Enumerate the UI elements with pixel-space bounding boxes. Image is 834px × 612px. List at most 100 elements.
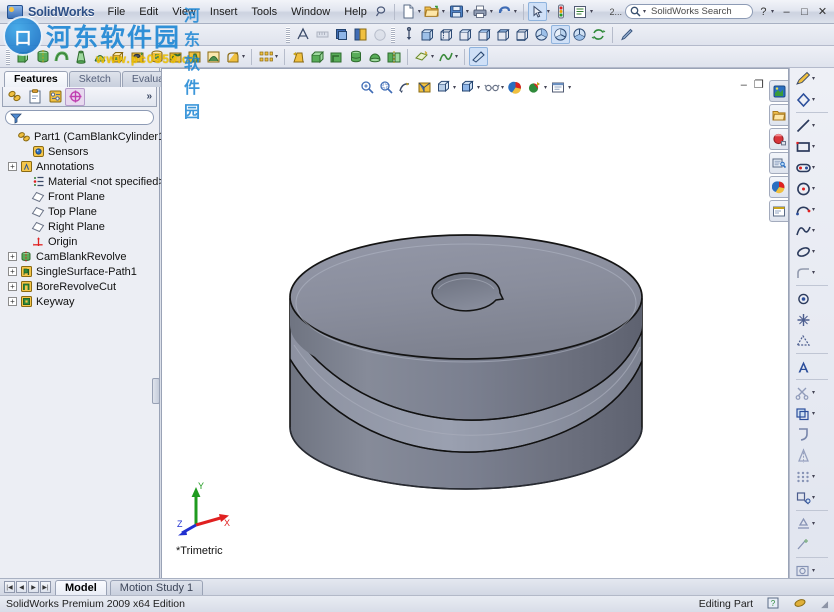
view-palette-icon[interactable] (769, 176, 788, 198)
centerline-button[interactable] (790, 309, 834, 330)
front-view-button[interactable] (418, 25, 437, 44)
paint-brush-icon[interactable] (617, 25, 636, 44)
linear-pattern-button[interactable] (256, 47, 275, 66)
expand-toggle[interactable]: + (8, 267, 17, 276)
design-library-folder-icon[interactable] (769, 104, 788, 126)
circle-button[interactable]: ▾ (790, 178, 834, 199)
tab-sketch[interactable]: Sketch (68, 71, 121, 87)
dimetric-view-button[interactable] (570, 25, 589, 44)
rotate-view-button[interactable] (589, 25, 608, 44)
dome-button[interactable] (365, 47, 384, 66)
tree-item-keyway[interactable]: + Keyway (4, 294, 159, 309)
menu-view[interactable]: View (165, 4, 203, 20)
file-explorer-icon[interactable] (769, 128, 788, 150)
sphere-render-button[interactable] (370, 25, 389, 44)
reference-geometry-button[interactable] (412, 47, 431, 66)
line-button[interactable]: ▾ (790, 115, 834, 136)
display-relations-button[interactable]: ▾ (790, 513, 834, 534)
tree-item-camblankrevolve[interactable]: + CamBlankRevolve (4, 249, 159, 264)
left-view-button[interactable] (456, 25, 475, 44)
menu-tools[interactable]: Tools (244, 4, 284, 20)
tangent-edge-status-icon[interactable] (793, 597, 807, 612)
tree-item-borerevolvecut[interactable]: + BoreRevolveCut (4, 279, 159, 294)
tree-item-material[interactable]: Material <not specified> (4, 174, 165, 189)
expand-panel-chevron[interactable]: » (146, 91, 152, 102)
isometric-view-button[interactable] (532, 25, 551, 44)
tree-item-singlesurface-path1[interactable]: + SingleSurface-Path1 (4, 264, 159, 279)
revolved-boss-button[interactable] (33, 47, 52, 66)
trimetric-view-button[interactable] (551, 25, 570, 44)
minimize-button[interactable]: – (779, 5, 794, 19)
rebuild-button[interactable] (552, 2, 571, 21)
menu-edit[interactable]: Edit (132, 4, 165, 20)
right-view-button[interactable] (475, 25, 494, 44)
menu-file[interactable]: File (101, 4, 133, 20)
help-status-icon[interactable]: ? (767, 597, 779, 612)
select-button[interactable]: ▾ (527, 2, 552, 21)
pushpin-icon[interactable] (374, 4, 390, 20)
spline-button[interactable]: ▾ (790, 220, 834, 241)
wrap-button[interactable] (346, 47, 365, 66)
quick-snaps-button[interactable] (790, 534, 834, 555)
shell-button[interactable] (308, 47, 327, 66)
top-view-button[interactable] (494, 25, 513, 44)
first-tab-button[interactable]: |◀ (4, 581, 15, 593)
swept-boss-button[interactable] (52, 47, 71, 66)
save-button[interactable]: ▾ (447, 2, 471, 21)
hide-show-items-button[interactable] (332, 25, 351, 44)
print-button[interactable]: ▾ (471, 2, 495, 21)
rib-button[interactable] (327, 47, 346, 66)
undo-button[interactable]: ▾ (495, 2, 519, 21)
normal-to-button[interactable] (399, 25, 418, 44)
offset-entities-button[interactable]: ▾ (790, 403, 834, 424)
expand-toggle[interactable]: + (8, 297, 17, 306)
panel-splitter[interactable] (152, 378, 160, 404)
filter-input[interactable] (5, 110, 154, 125)
menu-window[interactable]: Window (284, 4, 337, 20)
trim-entities-button[interactable]: ▾ (790, 382, 834, 403)
lofted-cut-button[interactable] (185, 47, 204, 66)
dimxpert-manager-tab[interactable] (65, 87, 85, 106)
point-button[interactable] (790, 288, 834, 309)
search-input[interactable]: ▾ SolidWorks Search (624, 4, 753, 19)
appearances-scenes-icon[interactable] (769, 200, 788, 222)
tree-item-part1[interactable]: Part1 (CamBlankCylinder1) (4, 129, 168, 144)
sketch-text-button[interactable] (790, 356, 834, 377)
open-document-button[interactable]: ▾ (423, 2, 447, 21)
smart-dimension-button[interactable]: ▾ (790, 89, 834, 110)
boundary-cut-button[interactable] (204, 47, 223, 66)
graphics-area[interactable]: ▾ ▾ ▾ ▾ ▾ – ❐ ✕ (161, 68, 789, 580)
configuration-manager-tab[interactable] (45, 88, 65, 106)
menu-insert[interactable]: Insert (203, 4, 245, 20)
tab-features[interactable]: Features (4, 71, 68, 87)
ellipse-button[interactable]: ▾ (790, 241, 834, 262)
resize-grip[interactable]: ◢ (821, 599, 828, 610)
options-button[interactable]: ▾ (571, 2, 595, 21)
last-tab-button[interactable]: ▶| (40, 581, 51, 593)
revolved-cut-button[interactable] (147, 47, 166, 66)
lofted-boss-button[interactable] (71, 47, 90, 66)
fillet-button[interactable] (223, 47, 242, 66)
next-tab-button[interactable]: ▶ (28, 581, 39, 593)
instant3d-button[interactable] (469, 47, 489, 66)
tab-motion-study-1[interactable]: Motion Study 1 (109, 579, 204, 595)
back-view-button[interactable] (437, 25, 456, 44)
move-entities-button[interactable]: ▾ (790, 487, 834, 508)
tree-item-front-plane[interactable]: Front Plane (4, 189, 159, 204)
swept-cut-button[interactable] (166, 47, 185, 66)
linear-sketch-pattern-button[interactable]: ▾ (790, 466, 834, 487)
arc-button[interactable]: ▾ (790, 199, 834, 220)
tree-item-annotations[interactable]: + Annotations (4, 159, 159, 174)
measure-button[interactable] (313, 25, 332, 44)
convert-entities-button[interactable] (790, 424, 834, 445)
feature-manager-tab[interactable] (5, 88, 25, 106)
toolbar-grip[interactable] (286, 26, 290, 43)
tree-item-top-plane[interactable]: Top Plane (4, 204, 159, 219)
search-panel-icon[interactable] (769, 152, 788, 174)
section-view-button[interactable] (294, 25, 313, 44)
help-button[interactable]: ? (756, 5, 771, 19)
draft-button[interactable] (289, 47, 308, 66)
construction-geometry-button[interactable] (790, 330, 834, 351)
close-button[interactable]: ✕ (815, 5, 830, 19)
toolbar-grip-features[interactable] (6, 48, 10, 65)
